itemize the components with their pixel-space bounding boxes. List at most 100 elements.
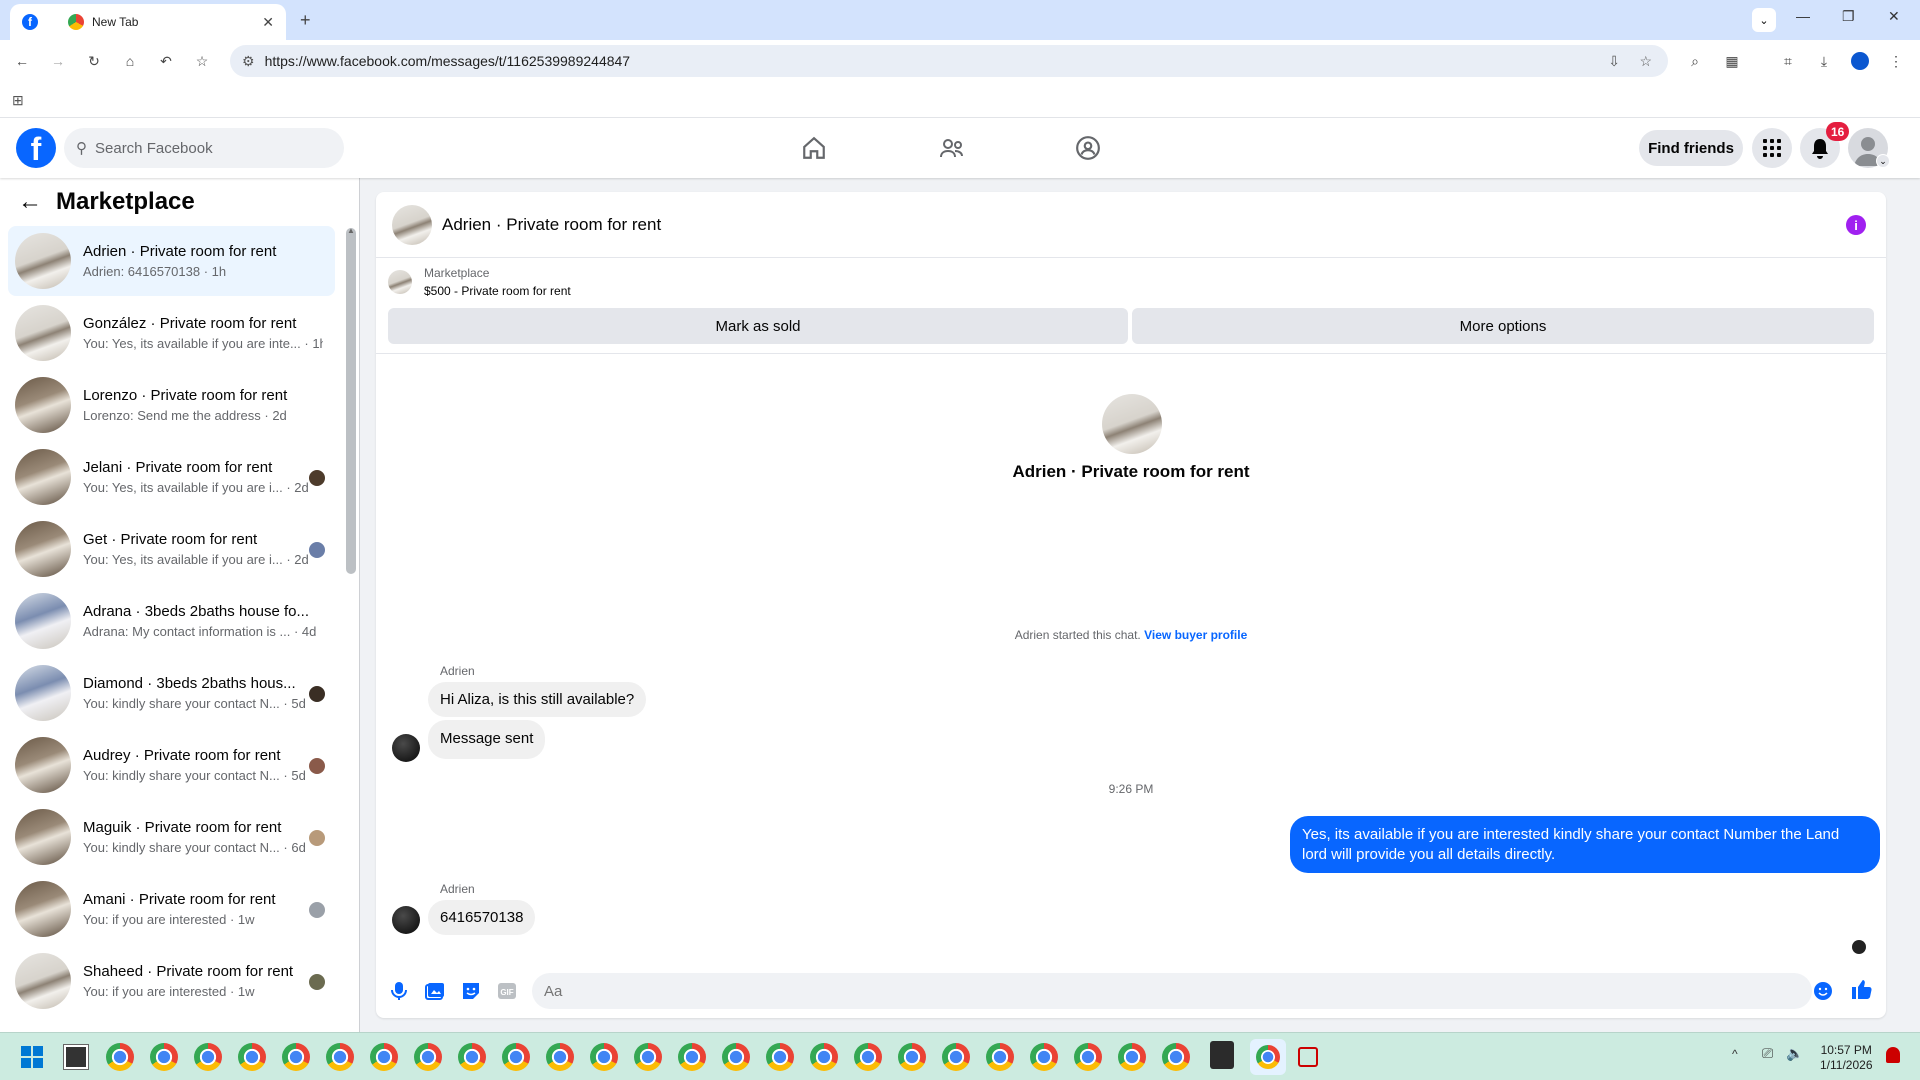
message-bubble[interactable]: Message sent [428, 720, 546, 759]
notification-bell-icon[interactable] [1886, 1047, 1900, 1063]
notepad-icon[interactable] [1210, 1041, 1234, 1069]
view-buyer-profile-link[interactable]: View buyer profile [1144, 628, 1247, 642]
conversation-item[interactable]: Jelani · Private room for rent You: Yes, … [8, 442, 335, 512]
taskbar-browser-icon[interactable] [282, 1043, 310, 1071]
taskbar-browser-icon[interactable] [678, 1043, 706, 1071]
back-arrow-icon[interactable]: ← [18, 188, 42, 216]
reload-icon[interactable]: ↻ [76, 45, 112, 77]
taskbar-browser-icon[interactable] [150, 1043, 178, 1071]
home-nav-icon[interactable] [796, 130, 832, 166]
chat-title[interactable]: Adrien · Private room for rent [442, 215, 661, 235]
zoom-icon[interactable]: ⌕ [1677, 45, 1713, 77]
taskbar-browser-icon[interactable] [810, 1043, 838, 1071]
my-message-bubble[interactable]: Yes, its available if you are interested… [1290, 816, 1880, 873]
conversation-item[interactable]: Maguik · Private room for rent You: kindl… [8, 802, 335, 872]
download-icon[interactable]: ⤓ [1806, 45, 1842, 77]
microphone-icon[interactable] [388, 980, 410, 1002]
taskbar-browser-icon[interactable] [502, 1043, 530, 1071]
conversation-item[interactable]: Adrana · 3beds 2baths house fo... Adrana:… [8, 586, 335, 656]
new-tab-icon[interactable]: + [300, 10, 311, 31]
taskbar-browser-icon[interactable] [898, 1043, 926, 1071]
crop-icon[interactable]: ⌗ [1770, 45, 1806, 77]
show-hidden-icons[interactable]: ^ [1732, 1047, 1738, 1061]
sidebar-scrollbar[interactable] [346, 228, 356, 574]
profile-icon[interactable] [1842, 45, 1878, 77]
install-app-icon[interactable]: ⇩ [1608, 53, 1620, 70]
conversation-item[interactable]: Audrey · Private room for rent You: kindl… [8, 730, 335, 800]
like-thumb-icon[interactable] [1850, 978, 1872, 1000]
close-window-icon[interactable]: ✕ [1888, 8, 1900, 25]
sender-avatar[interactable] [392, 906, 420, 934]
emoji-icon[interactable] [1812, 980, 1834, 1002]
more-options-button[interactable]: More options [1132, 308, 1874, 344]
facebook-logo[interactable]: f [16, 128, 56, 168]
tab-search-icon[interactable]: ⌄ [1752, 8, 1776, 32]
tab-new-tab[interactable]: New Tab ✕ [56, 4, 286, 40]
home-icon[interactable]: ⌂ [112, 45, 148, 77]
message-bubble[interactable]: Hi Aliza, is this still available? [428, 682, 647, 717]
restore-icon[interactable]: ❐ [1842, 8, 1855, 25]
groups-nav-icon[interactable] [1070, 130, 1106, 166]
taskbar-browser-icon[interactable] [1030, 1043, 1058, 1071]
taskbar-browser-icon[interactable] [106, 1043, 134, 1071]
snipping-tool-icon[interactable] [1298, 1047, 1318, 1067]
system-clock[interactable]: 10:57 PM 1/11/2026 [1820, 1043, 1873, 1073]
taskbar-browser-icon[interactable] [1162, 1043, 1190, 1071]
taskbar-browser-icon[interactable] [942, 1043, 970, 1071]
minimize-icon[interactable]: — [1796, 8, 1810, 24]
message-input[interactable] [532, 973, 1812, 1009]
conversation-item[interactable]: Lorenzo · Private room for rent Lorenzo: … [8, 370, 335, 440]
bookmark-star-icon[interactable]: ☆ [184, 45, 220, 77]
taskbar-browser-icon[interactable] [238, 1043, 266, 1071]
facebook-search[interactable]: ⚲ Search Facebook [64, 128, 344, 168]
scroll-up-icon[interactable]: ▲ [347, 226, 355, 235]
volume-icon[interactable]: 🔈 [1786, 1045, 1803, 1062]
conversation-item[interactable]: Adrien · Private room for rent Adrien: 64… [8, 226, 335, 296]
site-info-icon[interactable]: ⚙ [242, 53, 255, 70]
taskbar-browser-icon[interactable] [854, 1043, 882, 1071]
taskbar-browser-icon[interactable] [1074, 1043, 1102, 1071]
taskbar-browser-icon[interactable] [458, 1043, 486, 1071]
message-bubble[interactable]: 6416570138 [428, 900, 536, 935]
active-chrome-icon[interactable] [1250, 1039, 1286, 1075]
menu-icon[interactable]: ⋮ [1878, 45, 1914, 77]
chat-avatar[interactable] [392, 204, 432, 245]
listing-thumbnail[interactable] [388, 270, 412, 294]
undo-icon[interactable]: ↶ [148, 45, 184, 77]
friends-nav-icon[interactable] [934, 130, 970, 166]
network-icon[interactable]: ⎚ [1762, 1045, 1773, 1062]
back-icon[interactable]: ← [4, 45, 40, 77]
conversation-item[interactable]: Get · Private room for rent You: Yes, its… [8, 514, 335, 584]
sender-avatar[interactable] [392, 734, 420, 762]
gif-icon[interactable]: GIF [496, 980, 518, 1002]
taskbar-browser-icon[interactable] [546, 1043, 574, 1071]
conversation-item[interactable]: Diamond · 3beds 2baths hous... You: kindl… [8, 658, 335, 728]
info-icon[interactable]: i [1846, 215, 1866, 235]
taskbar-browser-icon[interactable] [590, 1043, 618, 1071]
find-friends-button[interactable]: Find friends [1639, 130, 1743, 166]
taskbar-browser-icon[interactable] [370, 1043, 398, 1071]
taskbar-browser-icon[interactable] [986, 1043, 1014, 1071]
sticker-icon[interactable] [460, 980, 482, 1002]
conversation-item[interactable]: González · Private room for rent You: Yes… [8, 298, 335, 368]
task-view-icon[interactable] [63, 1044, 89, 1070]
taskbar-browser-icon[interactable] [194, 1043, 222, 1071]
taskbar-browser-icon[interactable] [722, 1043, 750, 1071]
taskbar-browser-icon[interactable] [1118, 1043, 1146, 1071]
apps-grid-icon[interactable]: ⊞ [12, 92, 24, 109]
listing-title[interactable]: $500 - Private room for rent [424, 284, 571, 298]
close-tab-icon[interactable]: ✕ [262, 14, 274, 31]
menu-grid-icon[interactable] [1752, 128, 1792, 168]
mark-as-sold-button[interactable]: Mark as sold [388, 308, 1128, 344]
qr-icon[interactable]: ▦ [1714, 45, 1750, 77]
windows-start-icon[interactable] [20, 1045, 44, 1069]
address-bar[interactable]: ⚙ https://www.facebook.com/messages/t/11… [230, 45, 1668, 77]
taskbar-browser-icon[interactable] [414, 1043, 442, 1071]
conversation-item[interactable]: Shaheed · Private room for rent You: if y… [8, 946, 335, 1016]
taskbar-browser-icon[interactable] [326, 1043, 354, 1071]
taskbar-browser-icon[interactable] [766, 1043, 794, 1071]
chevron-down-icon[interactable]: ⌄ [1876, 154, 1890, 168]
photo-icon[interactable] [424, 980, 446, 1002]
taskbar-browser-icon[interactable] [634, 1043, 662, 1071]
conversation-item[interactable]: Amani · Private room for rent You: if you… [8, 874, 335, 944]
